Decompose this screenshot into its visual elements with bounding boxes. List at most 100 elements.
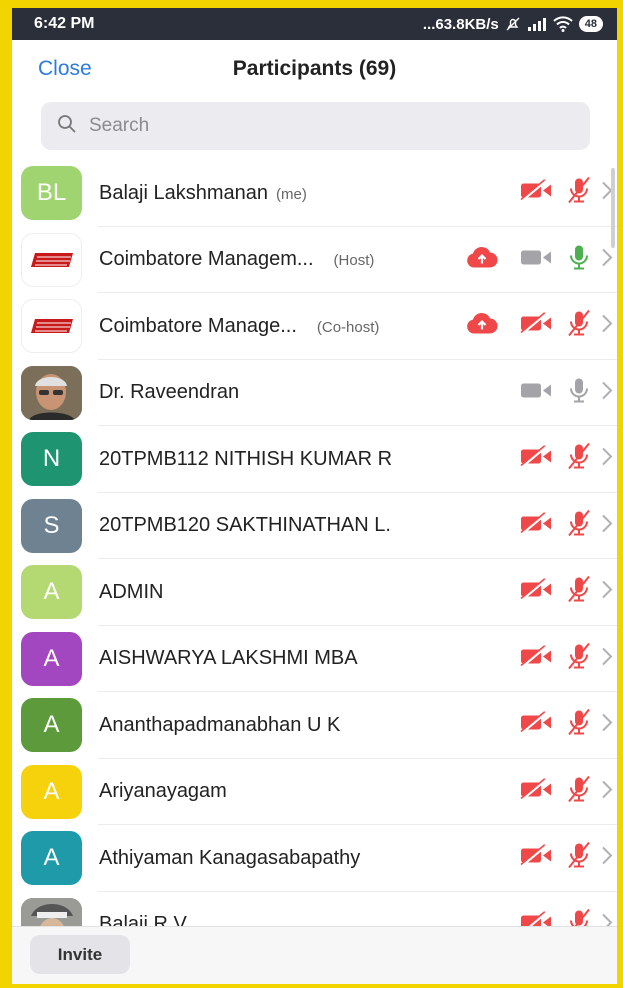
search-bar[interactable]	[41, 102, 590, 150]
search-input[interactable]	[89, 115, 590, 137]
mute-icon	[505, 16, 521, 32]
avatar-initials: BL	[36, 179, 67, 207]
mic-muted-icon	[565, 509, 593, 542]
participant-row[interactable]: N 20TPMB112 NITHISH KUMAR R	[12, 426, 617, 493]
participants-list: BL Balaji Lakshmanan (me) Coimbatore Manage…	[12, 160, 617, 958]
participant-row[interactable]: A Athiyaman Kanagasabapathy	[12, 825, 617, 892]
avatar: A	[21, 831, 82, 886]
participant-name-group: Coimbatore Manage... (Co-host)	[99, 315, 379, 338]
chevron-right-icon	[601, 380, 613, 405]
participant-name-group: 20TPMB112 NITHISH KUMAR R	[99, 448, 392, 471]
participant-row[interactable]: Coimbatore Manage... (Co-host)	[12, 293, 617, 360]
footer: Invite	[12, 926, 617, 984]
mic-muted-icon	[565, 576, 593, 609]
participant-name-group: AISHWARYA LAKSHMI MBA	[99, 647, 358, 670]
chevron-right-icon	[601, 447, 613, 472]
participant-name-group: Dr. Raveendran	[99, 381, 239, 404]
avatar-initials: N	[42, 445, 61, 473]
participant-name: Dr. Raveendran	[99, 381, 240, 404]
avatar: A	[21, 631, 82, 686]
video-off-icon	[519, 312, 553, 340]
invite-button[interactable]: Invite	[30, 935, 130, 974]
participant-name-group: Balaji Lakshmanan (me)	[99, 182, 307, 205]
avatar-initials: A	[43, 844, 60, 872]
mic-muted-icon	[565, 709, 593, 742]
header: Close Participants (69)	[12, 40, 617, 98]
close-button[interactable]: Close	[38, 57, 92, 81]
video-off-icon	[519, 711, 553, 739]
mic-muted-icon	[565, 310, 593, 343]
avatar-initials: A	[43, 777, 60, 805]
avatar: A	[21, 764, 82, 819]
video-off-icon	[519, 445, 553, 473]
participant-role-tag: (me)	[276, 185, 307, 203]
participant-row[interactable]: BL Balaji Lakshmanan (me)	[12, 160, 617, 227]
chevron-right-icon	[601, 779, 613, 804]
avatar: N	[21, 432, 82, 487]
participant-name: Ananthapadmanabhan U K	[99, 713, 341, 736]
participant-name: Coimbatore Manage...	[99, 314, 297, 337]
avatar	[21, 365, 82, 420]
participant-row[interactable]: Coimbatore Managem... (Host)	[12, 227, 617, 294]
network-speed: ...63.8KB/s	[422, 15, 499, 33]
video-off-icon	[519, 844, 553, 872]
participant-name: Athiyaman Kanagasabapathy	[99, 846, 361, 869]
participant-name: Ariyanayagam	[99, 780, 227, 803]
chevron-right-icon	[601, 513, 613, 538]
status-time: 6:42 PM	[34, 15, 95, 32]
avatar: A	[21, 565, 82, 620]
mic-muted-icon	[565, 177, 593, 210]
mic-muted-icon	[565, 642, 593, 675]
cloud-recording-icon	[465, 312, 499, 341]
participant-name-group: Coimbatore Managem... (Host)	[99, 248, 374, 271]
participants-screen: 6:42 PM ...63.8KB/s 48 Close Participant…	[12, 8, 617, 984]
chevron-right-icon	[601, 846, 613, 871]
avatar: BL	[21, 166, 82, 221]
avatar	[21, 232, 82, 287]
participant-name: ADMIN	[99, 580, 164, 603]
mic-muted-icon	[565, 842, 593, 875]
participant-name-group: ADMIN	[99, 581, 163, 604]
video-off-icon	[519, 578, 553, 606]
participant-name: 20TPMB120 SAKTHINATHAN L.	[99, 514, 391, 537]
avatar: S	[21, 498, 82, 553]
status-bar: 6:42 PM ...63.8KB/s 48	[12, 8, 617, 40]
participant-role-tag: (Host)	[333, 252, 375, 270]
chevron-right-icon	[601, 646, 613, 671]
participant-row[interactable]: A AISHWARYA LAKSHMI MBA	[12, 626, 617, 693]
mic-icon	[565, 243, 593, 276]
participant-name: Coimbatore Managem...	[99, 248, 314, 271]
participant-name: AISHWARYA LAKSHMI MBA	[99, 647, 358, 670]
participant-row[interactable]: A Ananthapadmanabhan U K	[12, 692, 617, 759]
participant-row[interactable]: S 20TPMB120 SAKTHINATHAN L.	[12, 493, 617, 560]
participant-name-group: Ananthapadmanabhan U K	[99, 714, 340, 737]
cloud-recording-icon	[465, 245, 499, 274]
video-icon	[519, 246, 553, 273]
avatar-initials: A	[43, 644, 60, 672]
avatar-initials: S	[43, 511, 60, 539]
wifi-icon	[553, 16, 573, 32]
video-off-icon	[519, 179, 553, 207]
video-off-icon	[519, 777, 553, 805]
participant-name-group: 20TPMB120 SAKTHINATHAN L.	[99, 514, 391, 537]
participant-row[interactable]: Dr. Raveendran	[12, 360, 617, 427]
chevron-right-icon	[601, 314, 613, 339]
video-icon	[519, 379, 553, 406]
participant-row[interactable]: A Ariyanayagam	[12, 759, 617, 826]
battery-icon: 48	[578, 16, 603, 32]
participant-row[interactable]: A ADMIN	[12, 559, 617, 626]
search-container	[12, 98, 617, 160]
scrollbar[interactable]	[611, 168, 615, 248]
page-title: Participants (69)	[232, 57, 397, 80]
participant-name: 20TPMB112 NITHISH KUMAR R	[99, 447, 393, 470]
chevron-right-icon	[601, 247, 613, 272]
avatar-initials: A	[43, 711, 60, 739]
video-off-icon	[519, 511, 553, 539]
avatar	[21, 299, 82, 354]
participant-role-tag: (Co-host)	[316, 318, 380, 336]
mic-icon	[565, 376, 593, 409]
video-off-icon	[519, 644, 553, 672]
participant-name-group: Athiyaman Kanagasabapathy	[99, 847, 360, 870]
avatar: A	[21, 698, 82, 753]
participant-name: Balaji Lakshmanan	[99, 181, 268, 204]
